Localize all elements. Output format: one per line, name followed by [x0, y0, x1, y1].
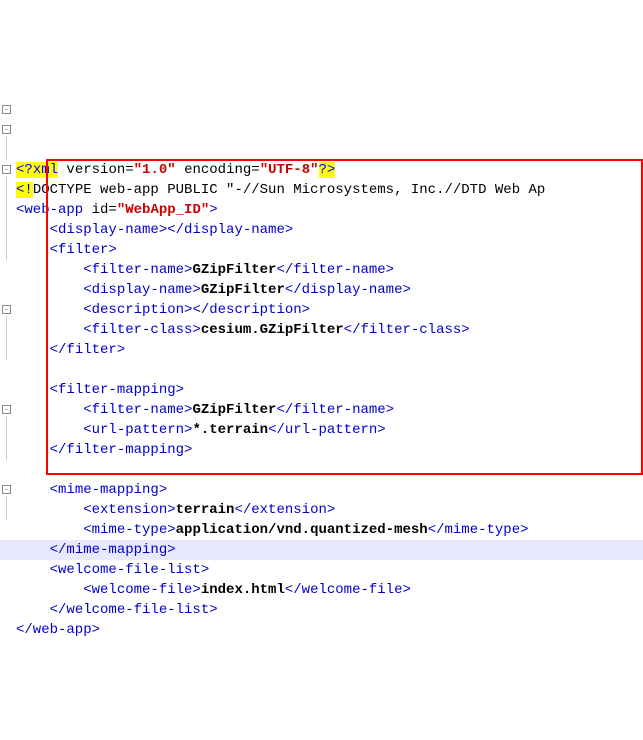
code-line: <web-app id="WebApp_ID">	[16, 202, 218, 218]
code-line: <mime-mapping>	[16, 482, 167, 498]
code-line	[16, 362, 24, 378]
code-line: </filter-mapping>	[16, 442, 192, 458]
fold-gutter: - - - - - -	[0, 80, 14, 640]
fold-toggle-icon[interactable]: -	[2, 105, 11, 114]
code-line: <display-name>GZipFilter</display-name>	[16, 282, 411, 298]
code-line	[16, 462, 24, 478]
code-line: <mime-type>application/vnd.quantized-mes…	[16, 522, 529, 538]
code-line: <filter>	[16, 242, 117, 258]
code-line: <welcome-file-list>	[16, 562, 209, 578]
code-line: <?xml version="1.0" encoding="UTF-8"?>	[16, 162, 335, 178]
code-line: <display-name></display-name>	[16, 222, 293, 238]
fold-toggle-icon[interactable]: -	[2, 405, 11, 414]
code-line: </filter>	[16, 342, 125, 358]
code-line: </mime-mapping>	[16, 542, 176, 558]
code-line: <filter-class>cesium.GZipFilter</filter-…	[16, 322, 470, 338]
code-line: <filter-name>GZipFilter</filter-name>	[16, 402, 394, 418]
code-editor: - - - - - - <?xml version="1.0" encoding…	[0, 80, 643, 640]
code-line: </web-app>	[16, 622, 100, 638]
fold-toggle-icon[interactable]: -	[2, 305, 11, 314]
code-line: <description></description>	[16, 302, 310, 318]
fold-toggle-icon[interactable]: -	[2, 485, 11, 494]
code-line: <extension>terrain</extension>	[16, 502, 335, 518]
code-line: <url-pattern>*.terrain</url-pattern>	[16, 422, 386, 438]
code-line: <!DOCTYPE web-app PUBLIC "-//Sun Microsy…	[16, 182, 545, 198]
code-line: <welcome-file>index.html</welcome-file>	[16, 582, 411, 598]
code-line: <filter-mapping>	[16, 382, 184, 398]
fold-toggle-icon[interactable]: -	[2, 165, 11, 174]
code-line: </welcome-file-list>	[16, 602, 218, 618]
code-line: <filter-name>GZipFilter</filter-name>	[16, 262, 394, 278]
fold-toggle-icon[interactable]: -	[2, 125, 11, 134]
